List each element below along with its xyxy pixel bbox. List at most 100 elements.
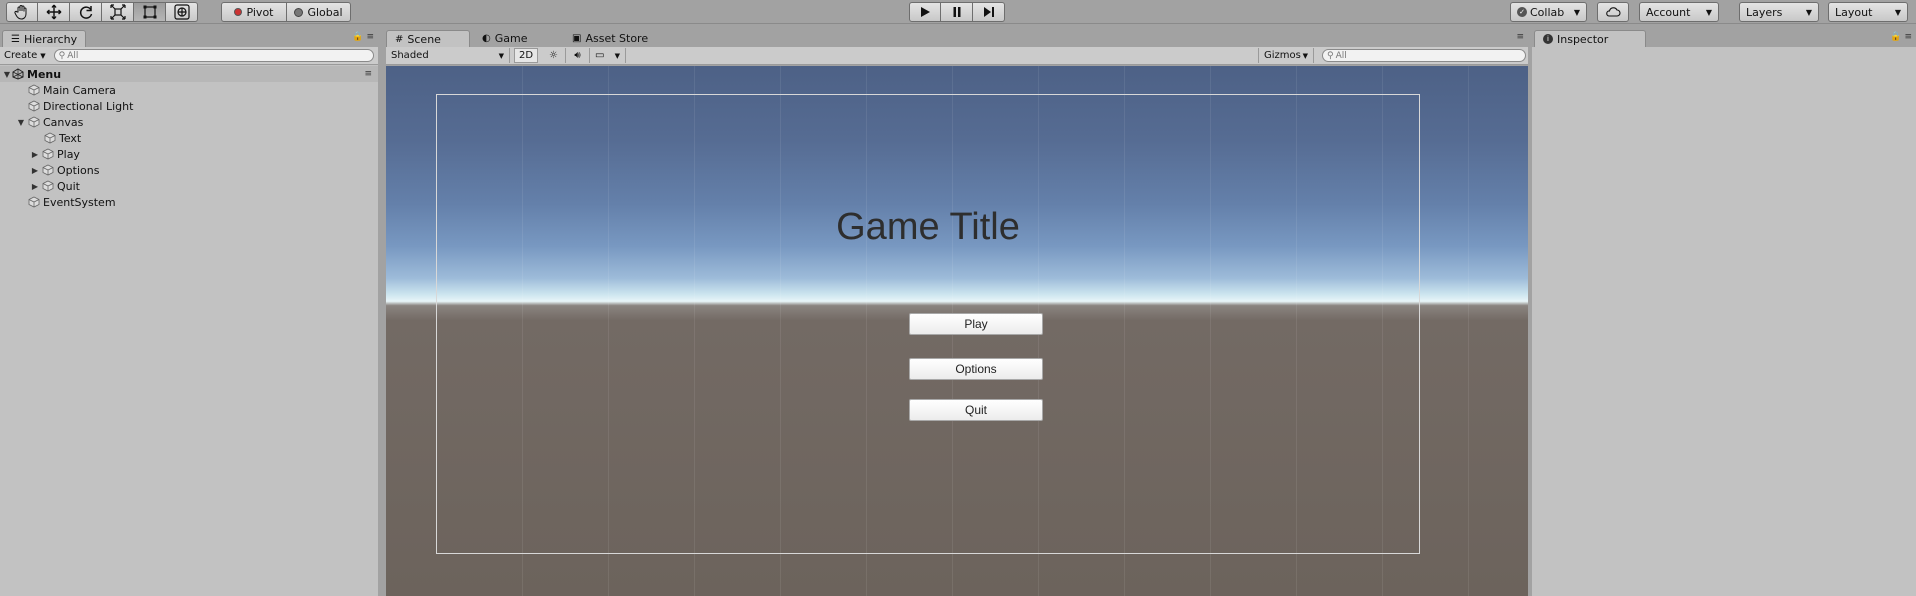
unity-scene-icon: [12, 68, 24, 80]
hierarchy-panel: ☰ Hierarchy 🔒 ≡ Create ▼ ⚲ All ▼ Menu ≡ …: [0, 28, 378, 596]
hierarchy-tree: ▼ Menu ≡ Main Camera Directional Light ▼…: [0, 66, 378, 210]
hierarchy-item-directional-light[interactable]: Directional Light: [0, 98, 378, 114]
scene-search-input[interactable]: ⚲ All: [1322, 49, 1526, 62]
hierarchy-search-input[interactable]: ⚲ All: [53, 49, 374, 62]
scene-tabbar: # Scene ◐ Game ▣ Asset Store ≡: [382, 28, 1528, 47]
play-button[interactable]: [909, 2, 941, 22]
foldout-collapsed-icon[interactable]: ▶: [30, 182, 40, 191]
image-icon: ▭: [595, 50, 605, 61]
pacman-icon: ◐: [482, 33, 491, 44]
effects-dropdown[interactable]: ▭ ▼: [590, 48, 626, 63]
hierarchy-item-quit[interactable]: ▶ Quit: [0, 178, 378, 194]
tab-inspector[interactable]: i Inspector: [1534, 30, 1646, 47]
pause-button[interactable]: [941, 2, 973, 22]
cloud-button[interactable]: [1597, 2, 1629, 22]
collab-group: ✓ Collab ▼: [1510, 2, 1587, 22]
foldout-collapsed-icon[interactable]: ▶: [30, 166, 40, 175]
game-title-text[interactable]: Game Title: [437, 206, 1419, 249]
hierarchy-item-text[interactable]: Text: [0, 130, 378, 146]
sun-icon: ☼: [549, 50, 558, 61]
grid-line: [1468, 66, 1469, 596]
panel-menu-icon[interactable]: ≡: [1516, 32, 1524, 42]
gameobject-cube-icon: [28, 116, 40, 128]
layers-group: Layers ▼: [1739, 2, 1819, 22]
panel-menu-icon[interactable]: 🔒 ≡: [1890, 32, 1912, 42]
dropdown-arrow-icon: ▼: [40, 51, 46, 60]
step-button[interactable]: [973, 2, 1005, 22]
play-ui-button[interactable]: Play: [909, 313, 1043, 335]
dropdown-arrow-icon: ▼: [1805, 7, 1812, 17]
rect-tool-button[interactable]: [134, 2, 166, 22]
list-icon: ☰: [11, 33, 20, 45]
grid-icon: #: [395, 33, 404, 45]
layout-group: Layout ▼: [1828, 2, 1908, 22]
dropdown-arrow-icon: ▼: [498, 51, 504, 60]
gameobject-cube-icon: [28, 84, 40, 96]
rotate-icon: [79, 6, 92, 19]
foldout-collapsed-icon[interactable]: ▶: [30, 150, 40, 159]
audio-toggle[interactable]: 🔊︎: [566, 48, 590, 63]
dropdown-arrow-icon: ▼: [1302, 51, 1308, 60]
lighting-toggle[interactable]: ☼: [542, 48, 566, 63]
hierarchy-item-options[interactable]: ▶ Options: [0, 162, 378, 178]
quit-ui-button[interactable]: Quit: [909, 399, 1043, 421]
tab-asset-store[interactable]: ▣ Asset Store: [564, 30, 656, 47]
rotate-tool-button[interactable]: [70, 2, 102, 22]
gameobject-cube-icon: [44, 132, 56, 144]
layout-dropdown[interactable]: Layout ▼: [1828, 2, 1908, 22]
pivot-global-toggles: Pivot Global: [221, 2, 351, 22]
scale-icon: [109, 4, 126, 20]
speaker-icon: 🔊︎: [574, 50, 581, 61]
pivot-button[interactable]: Pivot: [221, 2, 287, 22]
hierarchy-item-main-camera[interactable]: Main Camera: [0, 82, 378, 98]
tab-hierarchy[interactable]: ☰ Hierarchy: [2, 30, 87, 47]
scene-row-menu[interactable]: ▼ Menu ≡: [0, 66, 378, 82]
pause-icon: [953, 7, 960, 17]
scene-viewport[interactable]: Game Title Play Options Quit: [386, 66, 1528, 596]
layers-dropdown[interactable]: Layers ▼: [1739, 2, 1819, 22]
canvas-bounds[interactable]: Game Title Play Options Quit: [436, 94, 1420, 554]
move-tool-button[interactable]: [38, 2, 70, 22]
shading-mode-dropdown[interactable]: Shaded ▼: [386, 48, 510, 63]
cloud-group: [1597, 2, 1629, 22]
rect-transform-icon: [143, 5, 156, 19]
inspector-tabbar: i Inspector 🔒 ≡: [1532, 28, 1916, 47]
scene-menu-icon[interactable]: ≡: [364, 69, 372, 79]
foldout-expanded-icon[interactable]: ▼: [16, 118, 26, 127]
cloud-icon: [1606, 7, 1621, 17]
transform-tool-button[interactable]: [166, 2, 198, 22]
collab-dropdown[interactable]: ✓ Collab ▼: [1510, 2, 1587, 22]
tab-game[interactable]: ◐ Game: [474, 30, 535, 47]
global-button[interactable]: Global: [287, 2, 351, 22]
info-icon: i: [1543, 34, 1553, 44]
hierarchy-item-play[interactable]: ▶ Play: [0, 146, 378, 162]
gameobject-cube-icon: [28, 196, 40, 208]
options-ui-button[interactable]: Options: [909, 358, 1043, 380]
hand-tool-button[interactable]: [6, 2, 38, 22]
search-icon: ⚲: [1327, 50, 1334, 61]
hierarchy-item-canvas[interactable]: ▼ Canvas: [0, 114, 378, 130]
transform-icon: [173, 4, 190, 20]
panel-menu-icon[interactable]: 🔒 ≡: [352, 32, 374, 42]
tab-scene[interactable]: # Scene: [386, 30, 470, 47]
dropdown-arrow-icon: ▼: [1705, 7, 1712, 17]
gameobject-cube-icon: [28, 100, 40, 112]
hierarchy-toolbar: Create ▼ ⚲ All: [0, 47, 378, 65]
account-dropdown[interactable]: Account ▼: [1639, 2, 1719, 22]
dropdown-arrow-icon: ▼: [1894, 7, 1901, 17]
foldout-expanded-icon[interactable]: ▼: [2, 70, 12, 79]
create-dropdown[interactable]: Create ▼: [4, 50, 46, 61]
scene-view-toolbar: Shaded ▼ 2D ☼ 🔊︎ ▭ ▼ Gizmos ▼ ⚲ All: [386, 47, 1528, 65]
inspector-body: [1532, 47, 1916, 596]
account-group: Account ▼: [1639, 2, 1719, 22]
hierarchy-item-eventsystem[interactable]: EventSystem: [0, 194, 378, 210]
globe-icon: [294, 7, 304, 17]
step-icon: [983, 7, 994, 17]
playback-controls: [909, 2, 1005, 22]
mode-2d-toggle[interactable]: 2D: [514, 48, 538, 63]
gameobject-cube-icon: [42, 164, 54, 176]
gizmos-dropdown[interactable]: Gizmos ▼: [1258, 48, 1314, 63]
dropdown-arrow-icon: ▼: [614, 51, 620, 60]
scale-tool-button[interactable]: [102, 2, 134, 22]
transform-tools: [6, 2, 198, 22]
